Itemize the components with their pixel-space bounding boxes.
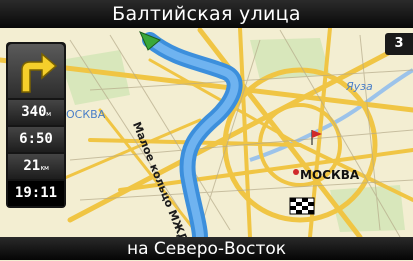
turn-right-arrow-icon <box>21 52 58 93</box>
city-label: МОСКВА <box>300 168 360 182</box>
counter-badge[interactable]: 3 <box>385 33 413 55</box>
total-distance-value: 21 <box>23 158 41 174</box>
distance-unit: м <box>46 110 51 118</box>
time-remaining[interactable]: 6:50 <box>8 127 64 152</box>
city-center-marker <box>293 169 299 175</box>
river-label: Яуза <box>346 80 373 93</box>
finish-flag-icon <box>289 197 315 215</box>
arrival-time[interactable]: 19:11 <box>8 181 64 206</box>
total-distance-unit: км <box>40 164 49 172</box>
distance-value: 340 <box>21 104 47 120</box>
total-distance[interactable]: 21км <box>8 154 64 179</box>
map-place-label: ОСКВА <box>66 108 106 121</box>
turn-instruction-button[interactable] <box>8 44 64 98</box>
direction-bar: на Северо-Восток <box>0 237 413 260</box>
street-name-bar[interactable]: Балтийская улица <box>0 0 413 28</box>
distance-to-turn[interactable]: 340м <box>8 100 64 125</box>
navigation-info-panel: 340м 6:50 21км 19:11 <box>6 42 66 208</box>
